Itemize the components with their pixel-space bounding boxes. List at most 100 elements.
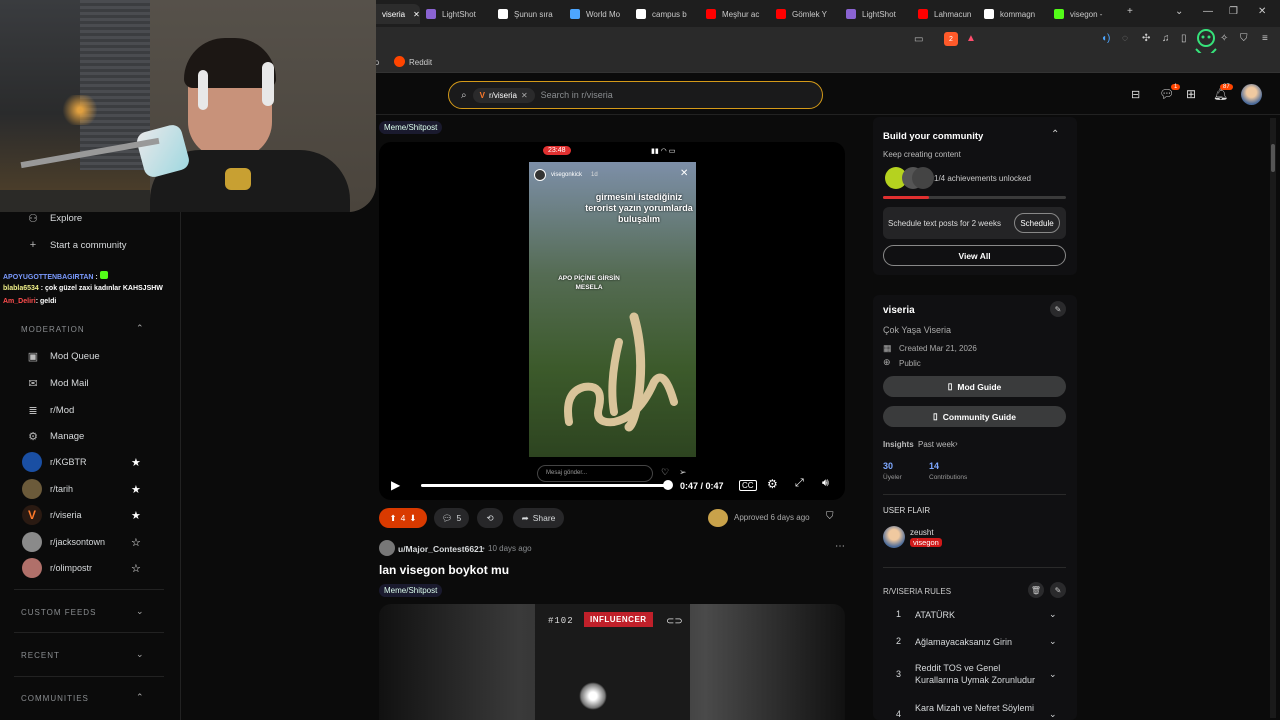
mod-shield-icon[interactable]: ⛉	[826, 511, 834, 522]
extension-circle-icon[interactable]: ◌	[1122, 33, 1128, 44]
star-filled-icon[interactable]: ★	[131, 456, 141, 469]
sidebar-community-olimpostr[interactable]: r/olimpostr	[22, 558, 92, 578]
browser-tab[interactable]: Şunun sıra	[498, 4, 564, 24]
sidebar-start-community[interactable]: + Start a community	[26, 239, 127, 251]
browser-tab[interactable]: Meşhur ac	[706, 4, 770, 24]
search-bar[interactable]: ⌕ V r/viseria ✕ Search in r/viseria	[448, 81, 823, 109]
more-options-icon[interactable]: ⋯	[835, 541, 845, 552]
browser-tab[interactable]: LightShot	[426, 4, 492, 24]
scrollbar-thumb[interactable]	[1271, 144, 1275, 172]
sidebar-community-kgbtr[interactable]: r/KGBTR	[22, 452, 87, 472]
new-tab-button[interactable]: +	[1127, 6, 1133, 17]
close-window-icon[interactable]: ✕	[1258, 6, 1266, 17]
insights-range[interactable]: Past week	[918, 440, 955, 449]
rule-item[interactable]: 4 Kara Mizah ve Nefret Söylemi ⌄	[883, 702, 1063, 720]
rule-item[interactable]: 1 ATATÜRK ⌄	[883, 609, 1063, 623]
upvote-icon[interactable]: ⬆	[390, 513, 397, 524]
sidebar-community-viseria[interactable]: Vr/viseria	[22, 505, 82, 525]
community-search-chip[interactable]: V r/viseria ✕	[472, 87, 535, 103]
tab-list-chevron-icon[interactable]: ⌄	[1175, 6, 1183, 17]
sidebar-manage[interactable]: ⚙ Manage	[26, 430, 84, 443]
sidebar-community-tarih[interactable]: r/tarih	[22, 479, 73, 499]
chevron-down-icon[interactable]: ⌄	[136, 649, 144, 660]
browser-tab[interactable]: Lahmacun	[918, 4, 978, 24]
captions-icon[interactable]: CC	[739, 480, 757, 491]
downvote-icon[interactable]: ⬇	[409, 513, 416, 524]
play-icon[interactable]: ▶	[391, 478, 400, 492]
share-button[interactable]: ➦ Share	[513, 508, 564, 528]
chip-close-icon[interactable]: ✕	[521, 91, 528, 100]
screen-share-icon[interactable]: ▭	[914, 34, 923, 45]
chevron-down-icon[interactable]: ⌄	[1049, 636, 1057, 647]
star-outline-icon[interactable]: ☆	[131, 536, 141, 549]
post-author[interactable]: u/Major_Contest6621	[398, 544, 484, 554]
audio-icon[interactable]: ◖)	[1101, 33, 1110, 44]
browser-tab[interactable]: kommagn	[984, 4, 1048, 24]
post-flair[interactable]: Meme/Shitpost	[379, 121, 443, 134]
rule-item[interactable]: 3 Reddit TOS ve Genel Kurallarına Uymak Z…	[883, 662, 1063, 688]
chevron-up-icon[interactable]: ⌃	[136, 692, 144, 703]
post-flair[interactable]: Meme/Shitpost	[379, 584, 443, 597]
sidebar-mod-queue[interactable]: ▣ Mod Queue	[26, 350, 100, 363]
browser-menu-icon[interactable]: ≡	[1262, 33, 1268, 44]
collapse-icon[interactable]: ⌃	[1051, 129, 1059, 140]
star-filled-icon[interactable]: ★	[131, 509, 141, 522]
post-title[interactable]: lan visegon boykot mu	[379, 563, 509, 577]
sidebar-mod-mail[interactable]: ✉ Mod Mail	[26, 377, 88, 390]
mod-tools-icon[interactable]: ⊟	[1131, 88, 1140, 101]
progress-handle[interactable]	[663, 480, 673, 490]
user-avatar[interactable]	[1241, 84, 1262, 105]
sidebar-r-mod[interactable]: ≣ r/Mod	[26, 404, 74, 417]
author-avatar[interactable]	[379, 540, 395, 556]
minimize-icon[interactable]: —	[1203, 6, 1213, 17]
search-input[interactable]: Search in r/viseria	[541, 90, 613, 100]
recent-header[interactable]: RECENT	[21, 651, 60, 660]
star-outline-icon[interactable]: ☆	[131, 562, 141, 575]
crosspost-button[interactable]: ⟲	[477, 508, 503, 528]
progress-track[interactable]	[421, 484, 668, 487]
scrollbar-track[interactable]	[1270, 118, 1276, 718]
wallet-icon[interactable]: ⛉	[1240, 33, 1248, 44]
post-image[interactable]: #102 INFLUENCER ⊂⊃	[379, 604, 845, 720]
custom-feeds-header[interactable]: CUSTOM FEEDS	[21, 608, 96, 617]
chevron-down-icon[interactable]: ⌄	[1049, 709, 1057, 720]
create-post-icon[interactable]: ⊞	[1186, 87, 1196, 101]
edit-pencil-icon[interactable]: ✎	[1050, 301, 1066, 317]
sidebar-community-jacksontown[interactable]: r/jacksontown	[22, 532, 105, 552]
view-all-button[interactable]: View All	[883, 245, 1066, 266]
chevron-down-icon[interactable]: ⌄	[136, 606, 144, 617]
browser-tab[interactable]: Gömlek Y	[776, 4, 840, 24]
community-guide-button[interactable]: ▯ Community Guide	[883, 406, 1066, 427]
trash-icon[interactable]: 🗑︎	[1028, 582, 1044, 598]
moderation-collapse-icon[interactable]: ⌃	[136, 323, 144, 334]
brave-shield-icon[interactable]: 2	[944, 32, 958, 46]
communities-header[interactable]: COMMUNITIES	[21, 694, 89, 703]
chevron-down-icon[interactable]: ⌄	[1049, 669, 1057, 680]
restore-icon[interactable]: ❐	[1229, 6, 1238, 17]
sidebar-explore[interactable]: ⚇ Explore	[26, 212, 82, 225]
tab-close-icon[interactable]: ✕	[413, 10, 420, 19]
bookmark-reddit[interactable]: Reddit	[409, 58, 432, 67]
mod-guide-button[interactable]: ▯ Mod Guide	[883, 376, 1066, 397]
volume-icon[interactable]: 🔊︎	[822, 477, 829, 490]
edit-rules-icon[interactable]: ✎	[1050, 582, 1066, 598]
sidebar-toggle-icon[interactable]: ▯	[1181, 33, 1187, 44]
settings-gear-icon[interactable]: ⚙	[767, 477, 778, 491]
vote-control[interactable]: ⬆ 4 ⬇	[379, 508, 427, 528]
chevron-right-icon[interactable]: ›	[955, 439, 958, 448]
comments-button[interactable]: 💬︎ 5	[434, 508, 469, 528]
extensions-puzzle-icon[interactable]: ✣	[1142, 33, 1150, 44]
media-icon[interactable]: ♫	[1162, 33, 1170, 44]
browser-tab[interactable]: campus b	[636, 4, 700, 24]
moderation-header[interactable]: MODERATION	[21, 325, 85, 334]
fullscreen-icon[interactable]: ⤢	[795, 477, 804, 490]
schedule-button[interactable]: Schedule	[1014, 213, 1060, 233]
rule-item[interactable]: 2 Ağlamayacaksanız Girin ⌄	[883, 636, 1063, 650]
chevron-down-icon[interactable]: ⌄	[1049, 609, 1057, 620]
brave-rewards-icon[interactable]: ▲	[966, 33, 976, 44]
video-player[interactable]: 23:48 ▮▮ ◠ ▭ visegonkick 1d ✕ girmesini …	[379, 142, 845, 500]
browser-tab[interactable]: visegon -	[1054, 4, 1116, 24]
browser-tab[interactable]: LightShot	[846, 4, 912, 24]
star-filled-icon[interactable]: ★	[131, 483, 141, 496]
browser-tab[interactable]: World Mo	[570, 4, 630, 24]
